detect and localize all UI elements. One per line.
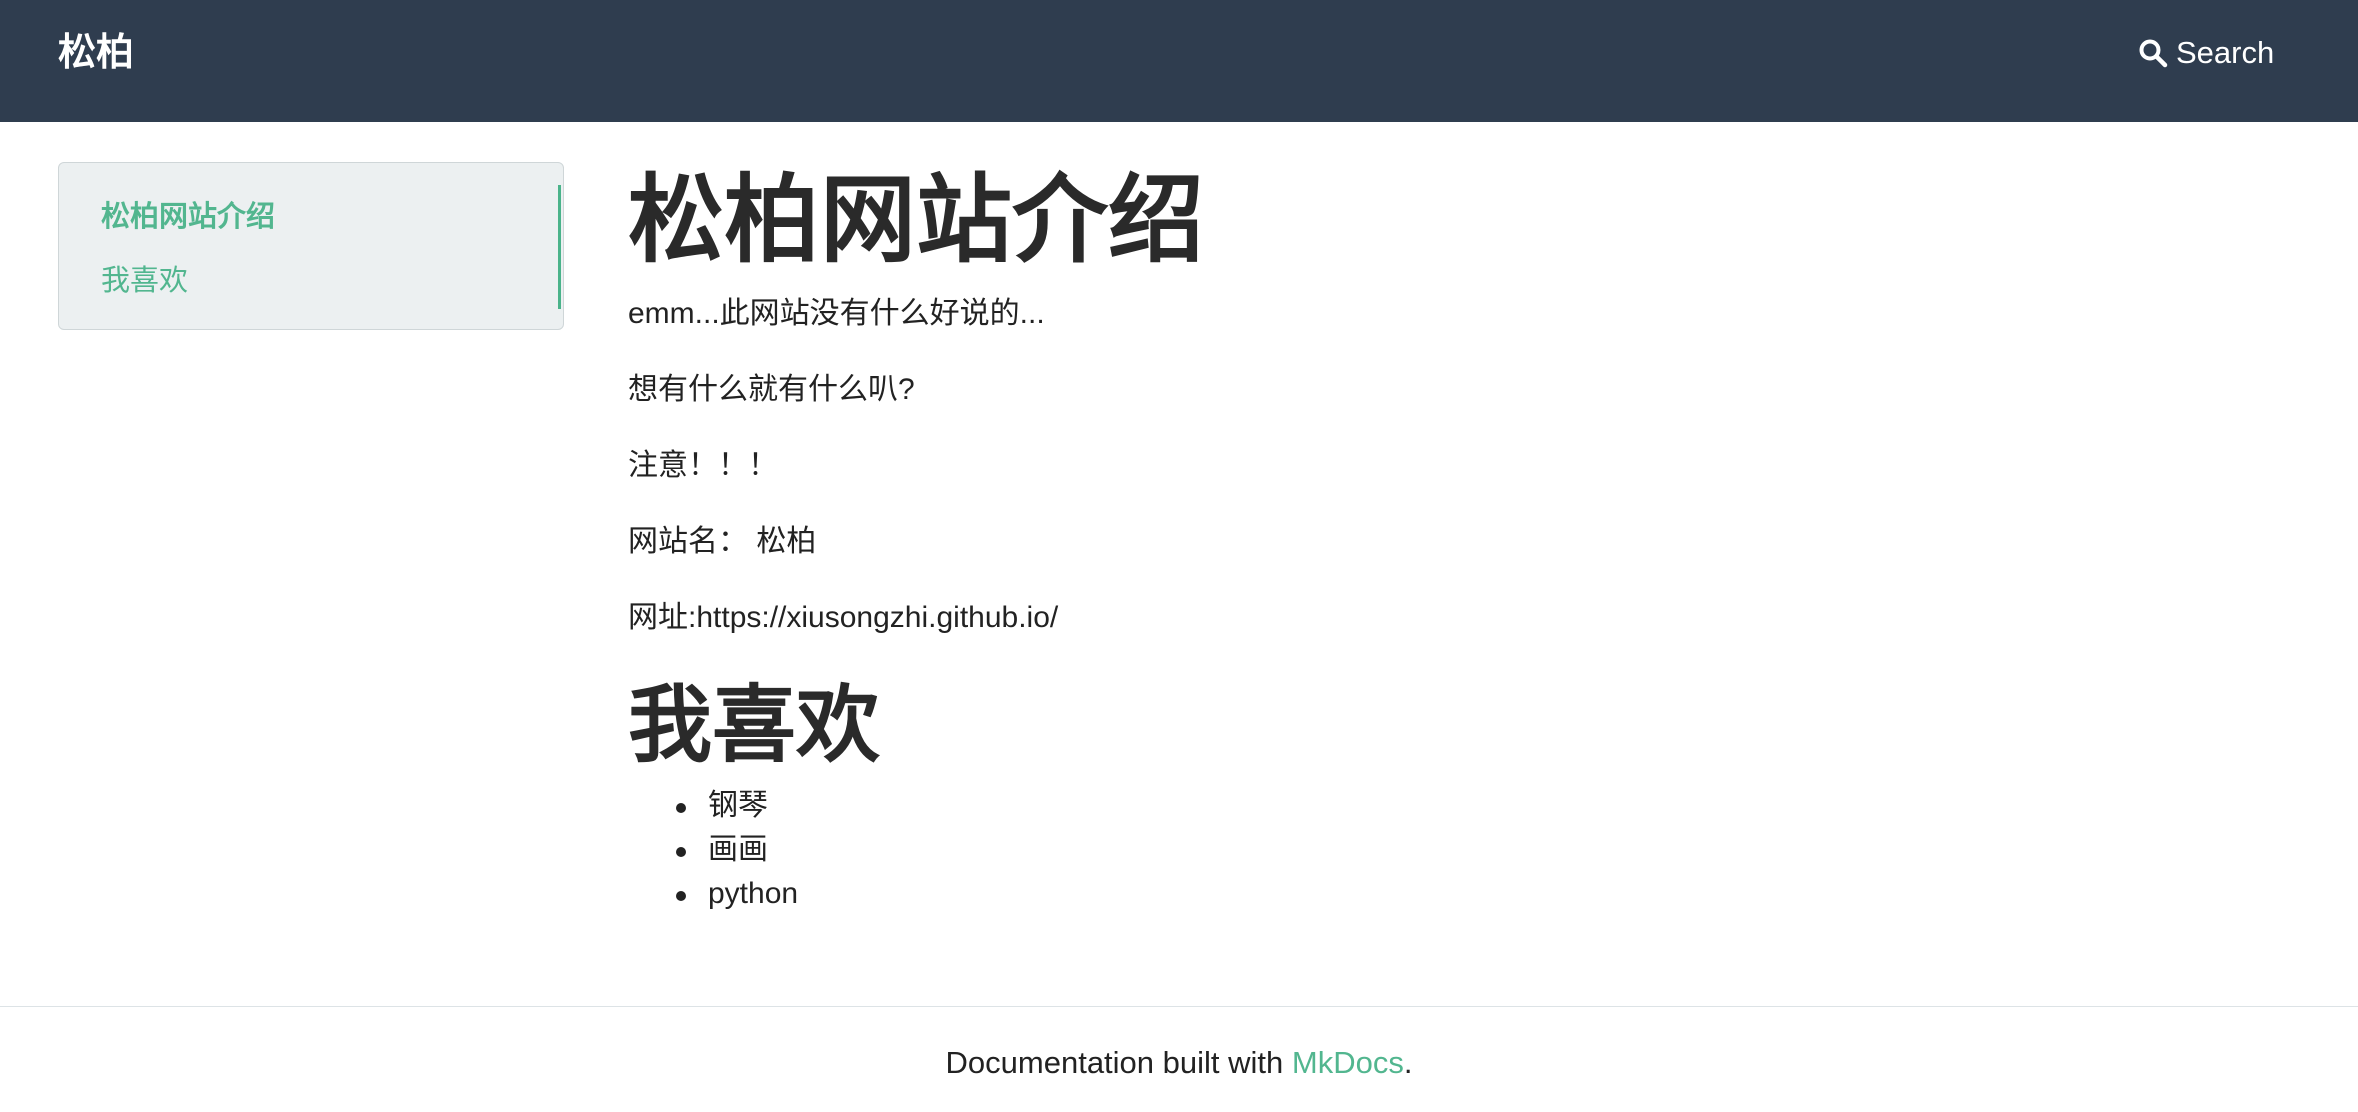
search-icon <box>2139 39 2168 68</box>
footer-divider <box>0 1006 2358 1007</box>
paragraph: emm...此网站没有什么好说的... <box>628 297 1045 330</box>
footer-text: Documentation built with <box>945 1045 1292 1080</box>
sidebar-item-i-like[interactable]: 我喜欢 <box>101 261 188 301</box>
paragraph: 网站名： 松柏 <box>628 525 817 558</box>
paragraph: 注意！！！ <box>628 449 778 482</box>
paragraph: 想有什么就有什么叭? <box>628 373 915 406</box>
navbar: 松柏 Search <box>0 0 2358 122</box>
search-button[interactable]: Search <box>2138 28 2274 78</box>
section-heading-i-like: 我喜欢 <box>628 678 881 772</box>
footer: Documentation built with MkDocs. <box>0 1040 2358 1086</box>
list-item: python <box>628 872 798 916</box>
likes-list: 钢琴 画画 python <box>628 784 798 916</box>
sidebar-item-intro[interactable]: 松柏网站介绍 <box>101 197 275 237</box>
list-item: 钢琴 <box>628 784 798 828</box>
footer-period: . <box>1403 1045 1413 1080</box>
paragraph: 网址:https://xiusongzhi.github.io/ <box>628 601 1059 634</box>
mkdocs-link[interactable]: MkDocs <box>1292 1045 1404 1080</box>
sidebar-toc: 松柏网站介绍 我喜欢 <box>58 162 564 330</box>
list-item: 画画 <box>628 828 798 872</box>
sidebar-active-indicator <box>558 185 561 309</box>
site-brand[interactable]: 松柏 <box>58 26 134 80</box>
search-label: Search <box>2176 35 2275 70</box>
page-title: 松柏网站介绍 <box>628 167 1204 274</box>
